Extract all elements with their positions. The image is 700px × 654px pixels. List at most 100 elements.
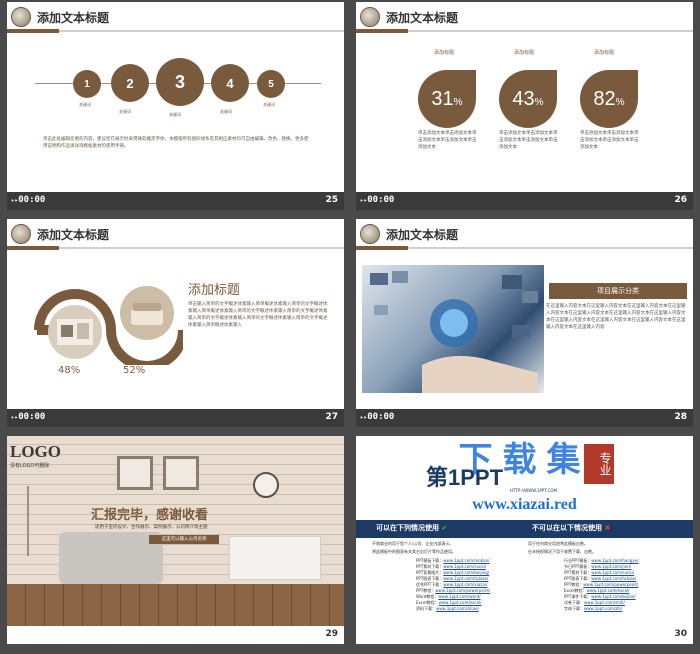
content-heading: 添加标题 — [188, 283, 241, 298]
link-url[interactable]: www.1ppt.com/ziti/ — [584, 606, 622, 611]
link-url[interactable]: www.1ppt.com/jieri/ — [591, 564, 631, 569]
slide-title: 添加文本标题 — [37, 228, 110, 242]
step-circle-5: 5 — [257, 70, 285, 98]
link-url[interactable]: www.1ppt.com/ziliao/ — [436, 606, 479, 611]
step-circle-2: 2 — [111, 64, 149, 102]
column-text-1: 单击添加文本单击添加文本单击添加文本单击添加文本单击添加文本 — [418, 131, 477, 150]
link-url[interactable]: www.1ppt.com/excel/ — [439, 600, 482, 605]
slide-number: 26 — [674, 195, 687, 205]
link-url[interactable]: www.1ppt.com/kejian/ — [591, 594, 635, 599]
link-label: PPT图表下载： — [416, 576, 444, 581]
percent-drop-3: 82% — [580, 70, 638, 128]
link-url[interactable]: www.1ppt.com/sucai/ — [443, 564, 486, 569]
header-line — [59, 30, 344, 32]
slide-number: 27 — [325, 412, 338, 422]
wave-frame — [34, 286, 183, 365]
slide-title: 添加文本标题 — [386, 11, 459, 25]
closing-subtitle: 适用于室内设计、合作展示、案例展示、公司简介等主题 — [95, 525, 208, 530]
product-image — [362, 265, 544, 393]
link-label: 资料下载： — [416, 606, 436, 611]
list-item: 在未授权情况下用于收费下载、出售。 — [528, 549, 596, 554]
logo-text: LOGO — [10, 442, 62, 461]
link-url[interactable]: www.1ppt.com/tubiao/ — [443, 576, 488, 581]
slide-number: 30 — [674, 629, 687, 639]
link-url[interactable]: www.1ppt.com/powerpoint/ — [583, 582, 638, 587]
link-label: PPT教程： — [564, 582, 584, 587]
link-label: 行业PPT模板： — [564, 558, 592, 563]
link-row: 资料下载：www.1ppt.com/ziliao/ — [416, 606, 490, 612]
link-url[interactable]: www.1ppt.com/moban/ — [443, 558, 489, 563]
link-label: PPT图表下载： — [564, 576, 592, 581]
slide-28[interactable]: 添加文本标题 项目展示分类 在这里输入内容文本在这里输入内容文本在这里输入内容文… — [356, 219, 693, 427]
link-label: PPT教程： — [416, 588, 436, 593]
link-url[interactable]: www.1ppt.com/word/ — [438, 594, 480, 599]
slide-number: 28 — [674, 412, 687, 422]
link-label: PPT模板下载： — [416, 558, 444, 563]
header-accent-bar — [7, 246, 59, 250]
logo-icon — [360, 224, 380, 244]
play-time: 00:00 — [11, 195, 45, 205]
link-label: 试卷下载： — [564, 600, 584, 605]
link-url[interactable]: www.1ppt.com/tubiao/ — [591, 576, 636, 581]
slide-number: 25 — [325, 195, 338, 205]
percent-right: 52% — [123, 365, 146, 376]
link-label: Excel教程： — [416, 600, 439, 605]
header-accent-bar — [356, 29, 408, 33]
link-row: 字体下载：www.1ppt.com/ziti/ — [564, 606, 639, 612]
cannot-use-list: 用于任何商业用途将此模板出售。 在未授权情况下用于收费下载、出售。 — [528, 540, 676, 556]
link-url[interactable]: www.1ppt.com/xiazai/ — [443, 582, 487, 587]
link-label: Excel教程： — [564, 588, 587, 593]
can-use-title: 可以在下列情况使用 ✔ — [376, 524, 448, 532]
link-label: PPT素材下载： — [564, 570, 592, 575]
wood-floor — [7, 584, 344, 626]
company-button[interactable]: 这里可以输入公司名称 — [149, 535, 219, 544]
watermark-text: 下载集 — [458, 440, 591, 480]
link-label: 节日PPT模板： — [564, 564, 592, 569]
step-circle-4: 4 — [211, 64, 249, 102]
link-url[interactable]: www.1ppt.com/sucai/ — [591, 570, 634, 575]
link-url[interactable]: www.1ppt.com/hangye/ — [591, 558, 638, 563]
link-url[interactable]: www.1ppt.com/powerpoint/ — [435, 588, 490, 593]
header-accent-bar — [356, 246, 408, 250]
slide-30[interactable]: 第1PPT HTTP://WWW.1PPT.COM 可以在下列情况使用 ✔ 不可… — [356, 436, 693, 644]
cross-icon: ✖ — [604, 524, 611, 532]
step-label-2: 关键词 — [119, 109, 131, 114]
link-url[interactable]: www.1ppt.com/excel/ — [587, 588, 630, 593]
list-item: 用于任何商业用途将此模板出售。 — [528, 541, 588, 546]
slide-title: 添加文本标题 — [37, 11, 110, 25]
slide-footer: 00:00 27 — [7, 409, 344, 427]
slide-27[interactable]: 添加文本标题 48% 52% 添加标题 单击输入简单的文字概述体素输入简单概述体… — [7, 219, 344, 427]
logo-icon — [360, 7, 380, 27]
slide-footer: 00:00 28 — [356, 409, 693, 427]
link-url[interactable]: www.1ppt.com/beijing/ — [443, 570, 489, 575]
photo-collage — [370, 271, 538, 393]
link-url[interactable]: www.1ppt.com/shiti/ — [584, 600, 625, 605]
list-item: 不限商业的用于您个人/公司、企业内部演示。 — [372, 541, 454, 546]
step-label-4: 关键词 — [220, 109, 232, 114]
clock-icon — [253, 472, 279, 498]
header-accent-bar — [7, 29, 59, 33]
link-label: Word教程： — [416, 594, 439, 599]
header-line — [408, 30, 693, 32]
cannot-use-title: 不可以在以下情况使用 ✖ — [532, 524, 611, 532]
picture-frame-left — [117, 456, 153, 490]
slide-29[interactable]: LOGO 没有LOGO可删除 汇报完毕，感谢收看 适用于室内设计、合作展示、案例… — [7, 436, 344, 644]
logo-icon — [11, 7, 31, 27]
floor-lamp — [27, 486, 39, 556]
slide-header: 添加文本标题 — [356, 219, 693, 251]
list-item: 将此模板中的图表有关其它幻灯片等作品使用。 — [372, 549, 456, 554]
slide-body-text: 单击此处编辑您要的内容，建议您在展示时采用微软雅黑字体，本模版所有图形线条及其相… — [43, 137, 309, 149]
header-line — [408, 247, 693, 249]
slide-header: 添加文本标题 — [7, 2, 344, 34]
sideboard — [229, 536, 321, 580]
link-label: PPT素材下载： — [416, 564, 444, 569]
slide-number: 29 — [325, 629, 338, 639]
can-use-list: 不限商业的用于您个人/公司、企业内部演示。 将此模板中的图表有关其它幻灯片等作品… — [372, 540, 520, 556]
column-title-3: 添加标题 — [594, 50, 615, 56]
slide-26[interactable]: 添加文本标题 添加标题 添加标题 添加标题 31% 43% 82% 单击添加文本… — [356, 2, 693, 210]
slide-25[interactable]: 添加文本标题 1 2 3 4 5 关键词 关键词 关键词 关键词 关键词 单击此… — [7, 2, 344, 210]
content-body: 单击输入简单的文字概述体素输入简单概述体素输入简单的文字概述体素输入简单概述体素… — [188, 302, 328, 328]
links-right: 行业PPT模板：www.1ppt.com/hangye/节日PPT模板：www.… — [564, 558, 639, 612]
slide-title: 添加文本标题 — [386, 228, 459, 242]
slide-header: 添加文本标题 — [356, 2, 693, 34]
